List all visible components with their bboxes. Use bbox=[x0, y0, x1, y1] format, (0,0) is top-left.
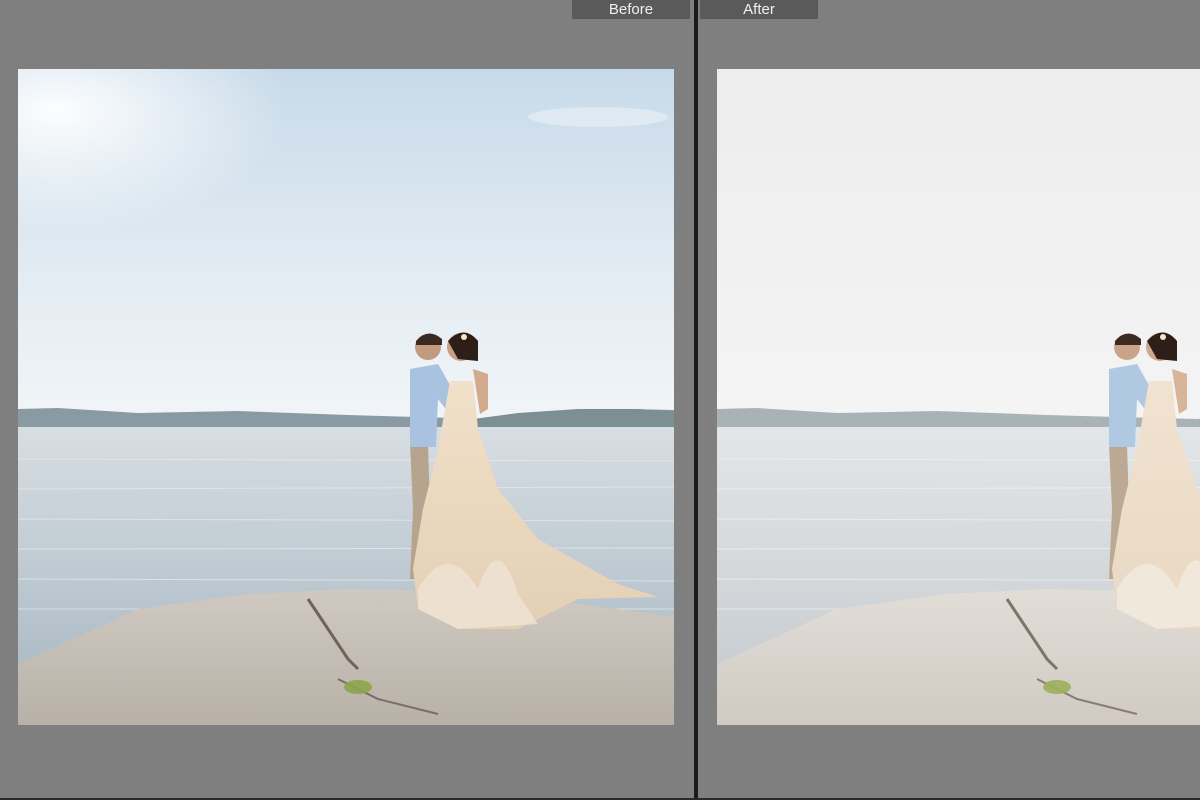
before-pane[interactable]: Before bbox=[0, 0, 694, 800]
after-photo-image bbox=[717, 69, 1200, 725]
before-after-workspace: Before After bbox=[0, 0, 1200, 800]
after-photo[interactable] bbox=[717, 69, 1200, 725]
after-label: After bbox=[700, 0, 818, 19]
before-photo-image bbox=[18, 69, 674, 725]
after-pane[interactable]: After bbox=[698, 0, 1200, 800]
before-photo[interactable] bbox=[18, 69, 674, 725]
before-label: Before bbox=[572, 0, 690, 19]
